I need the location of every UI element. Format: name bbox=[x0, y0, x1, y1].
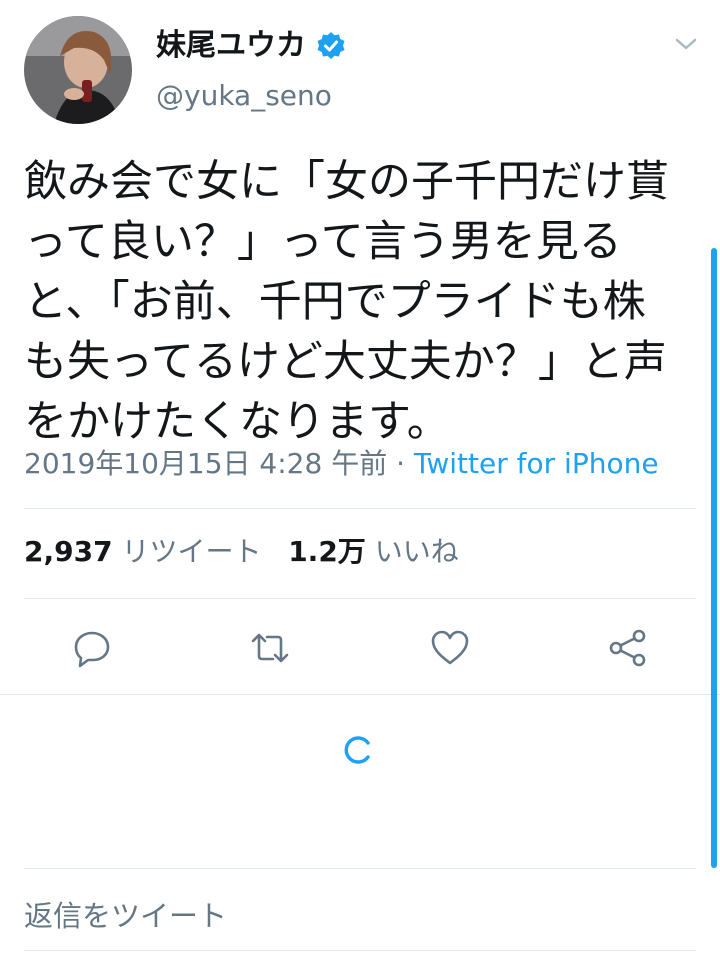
meta-separator: · bbox=[387, 447, 414, 480]
chevron-down-icon[interactable] bbox=[672, 34, 700, 54]
tweet-stats: 2,937 リツイート 1.2万 いいね bbox=[24, 532, 459, 572]
retweets-count: 2,937 bbox=[24, 535, 113, 568]
divider bbox=[0, 694, 720, 695]
reply-input[interactable]: 返信をツイート bbox=[24, 896, 227, 936]
tweet-meta: 2019年10月15日 4:28 午前 · Twitter for iPhone bbox=[24, 444, 659, 484]
divider bbox=[24, 950, 696, 951]
verified-badge-icon bbox=[316, 31, 346, 61]
reply-icon[interactable] bbox=[70, 626, 114, 670]
divider bbox=[24, 598, 696, 599]
retweet-icon[interactable] bbox=[248, 626, 292, 670]
retweets-label: リツイート bbox=[121, 535, 262, 568]
likes-label: いいね bbox=[374, 535, 459, 568]
retweets-stat[interactable]: 2,937 リツイート bbox=[24, 535, 262, 568]
display-name[interactable]: 妹尾ユウカ bbox=[156, 28, 306, 64]
scrollbar[interactable] bbox=[711, 248, 717, 868]
likes-count: 1.2万 bbox=[288, 535, 366, 568]
tweet-text: 飲み会で女に「女の子千円だけ貰 って良い？」って言う男を見る と、「お前、千円で… bbox=[24, 157, 669, 447]
share-icon[interactable] bbox=[606, 626, 650, 670]
loading-spinner-icon bbox=[343, 734, 375, 766]
like-icon[interactable] bbox=[428, 626, 472, 670]
tweet-source-link[interactable]: Twitter for iPhone bbox=[414, 447, 659, 480]
user-handle[interactable]: @yuka_seno bbox=[156, 78, 332, 114]
divider bbox=[24, 868, 696, 869]
tweet-timestamp[interactable]: 2019年10月15日 4:28 午前 bbox=[24, 447, 387, 480]
divider bbox=[24, 508, 696, 509]
likes-stat[interactable]: 1.2万 いいね bbox=[288, 535, 459, 568]
avatar[interactable] bbox=[24, 16, 132, 124]
